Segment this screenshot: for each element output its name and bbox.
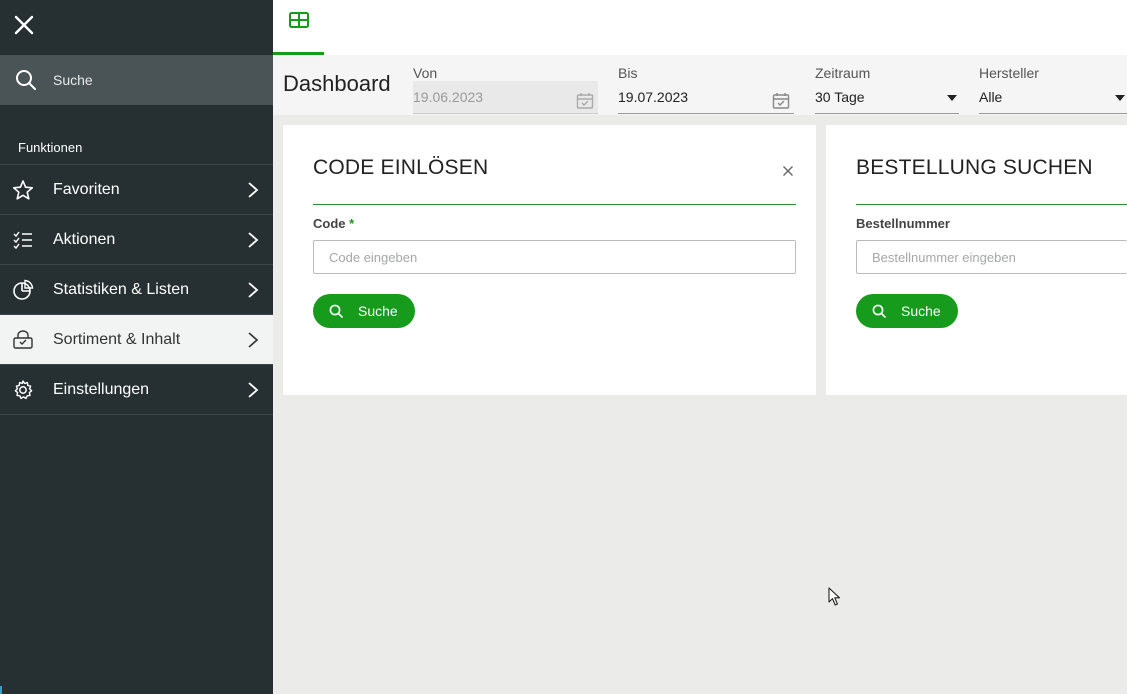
chevron-right-icon	[248, 182, 259, 198]
code-input[interactable]	[313, 240, 796, 274]
sidebar-edge-marker	[0, 686, 2, 694]
zeitraum-value: 30 Tage	[815, 89, 865, 105]
sidebar: Suche Funktionen Favoriten Aktionen Stat…	[0, 0, 273, 694]
sidebar-item-aktionen[interactable]: Aktionen	[0, 215, 273, 265]
close-icon[interactable]	[12, 13, 36, 37]
zeitraum-label: Zeitraum	[815, 65, 871, 81]
card-title: CODE EINLÖSEN	[313, 156, 489, 179]
card-divider	[856, 204, 1127, 205]
calendar-icon[interactable]	[772, 92, 790, 110]
bis-date-input[interactable]: 19.07.2023	[618, 81, 794, 114]
card-divider	[313, 204, 796, 205]
sidebar-item-label: Aktionen	[53, 230, 116, 248]
chevron-right-icon	[248, 332, 259, 348]
section-title: Funktionen	[18, 140, 83, 155]
von-value: 19.06.2023	[413, 89, 484, 105]
gear-icon	[14, 379, 33, 399]
star-icon	[12, 179, 34, 200]
top-header	[273, 0, 1127, 55]
filter-bar: Dashboard Von 19.06.2023 Bis 19.07.2023 …	[273, 55, 1127, 115]
sidebar-item-sortiment[interactable]: Sortiment & Inhalt	[0, 315, 273, 365]
sidebar-item-statistiken[interactable]: Statistiken & Listen	[0, 265, 273, 315]
von-field: Von 19.06.2023	[413, 65, 598, 114]
search-icon	[872, 304, 886, 318]
page-title: Dashboard	[283, 71, 391, 96]
chevron-right-icon	[248, 382, 259, 398]
caret-down-icon	[1115, 95, 1125, 101]
order-number-label: Bestellnummer	[856, 216, 950, 231]
grid-icon	[288, 12, 309, 28]
close-icon[interactable]	[782, 165, 794, 177]
zeitraum-field: Zeitraum 30 Tage	[815, 65, 959, 114]
von-label: Von	[413, 65, 438, 81]
order-number-input[interactable]	[856, 240, 1127, 274]
bis-field: Bis 19.07.2023	[618, 65, 794, 114]
hersteller-field: Hersteller Alle	[979, 65, 1127, 114]
search-icon	[329, 304, 343, 318]
code-search-button[interactable]: Suche	[313, 294, 415, 328]
von-date-input: 19.06.2023	[413, 81, 598, 114]
bis-value: 19.07.2023	[618, 89, 689, 105]
sidebar-item-label: Statistiken & Listen	[53, 280, 190, 298]
calendar-icon	[576, 93, 594, 109]
mouse-cursor-icon	[828, 587, 841, 606]
search-button-label: Suche	[358, 303, 398, 319]
card-title: BESTELLUNG SUCHEN	[856, 156, 1093, 179]
sidebar-item-label: Favoriten	[53, 180, 120, 198]
caret-down-icon	[947, 95, 957, 101]
sidebar-item-label: Einstellungen	[53, 380, 150, 398]
code-label: Code *	[313, 216, 354, 231]
hersteller-value: Alle	[979, 89, 1003, 105]
tab-dashboard[interactable]	[273, 0, 324, 55]
search-label: Suche	[53, 72, 93, 88]
search-button-label: Suche	[901, 303, 941, 319]
zeitraum-select[interactable]: 30 Tage	[815, 81, 959, 114]
search-icon	[16, 70, 36, 90]
basket-icon	[13, 329, 33, 349]
sidebar-menu: Favoriten Aktionen Statistiken & Listen	[0, 164, 273, 415]
chevron-right-icon	[248, 232, 259, 248]
bis-label: Bis	[618, 65, 638, 81]
required-mark: *	[349, 216, 355, 231]
order-search-card: BESTELLUNG SUCHEN Bestellnummer Suche	[826, 125, 1127, 395]
checklist-icon	[13, 231, 32, 249]
hersteller-label: Hersteller	[979, 65, 1039, 81]
hersteller-select[interactable]: Alle	[979, 81, 1127, 114]
sidebar-item-einstellungen[interactable]: Einstellungen	[0, 365, 273, 415]
chevron-right-icon	[248, 282, 259, 298]
code-card: CODE EINLÖSEN Code * Suche	[283, 125, 816, 395]
pie-chart-icon	[13, 279, 34, 300]
sidebar-search[interactable]: Suche	[0, 55, 273, 105]
order-search-button[interactable]: Suche	[856, 294, 958, 328]
code-label-text: Code	[313, 216, 346, 231]
sidebar-item-label: Sortiment & Inhalt	[53, 330, 181, 348]
sidebar-item-favoriten[interactable]: Favoriten	[0, 165, 273, 215]
